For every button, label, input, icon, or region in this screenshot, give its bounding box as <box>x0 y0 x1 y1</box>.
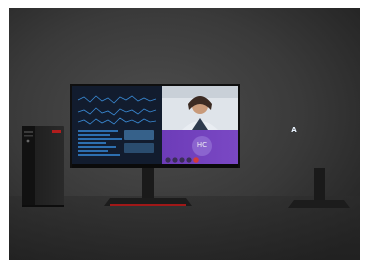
monitor-left <box>70 84 240 168</box>
tower-pc <box>22 126 64 207</box>
product-photo-scene: HC A <box>0 0 369 267</box>
video-call-badge: HC <box>196 141 208 149</box>
scan-badge: A <box>291 126 297 134</box>
photo-illustration <box>0 0 369 267</box>
